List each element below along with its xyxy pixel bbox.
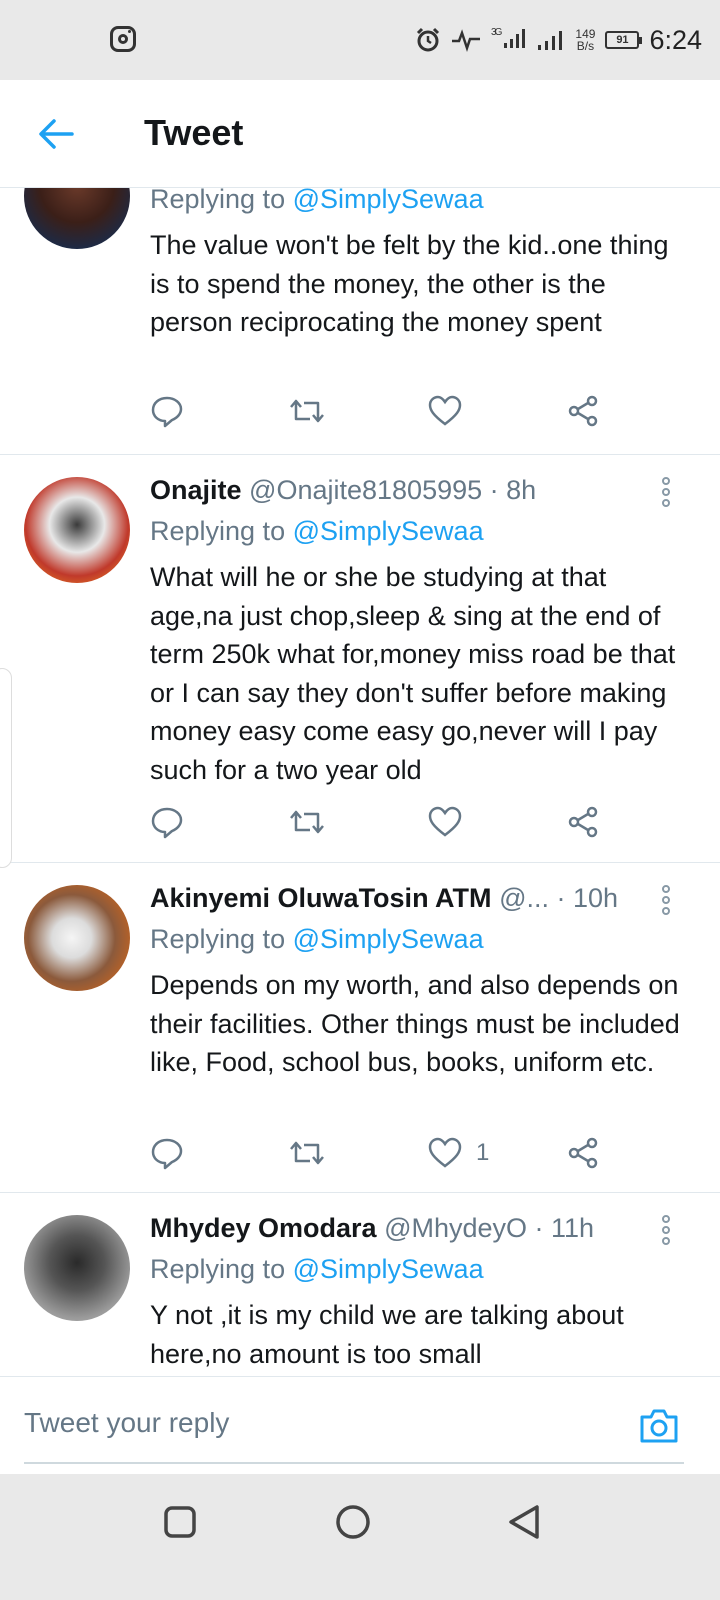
replying-label: Replying to: [150, 188, 286, 214]
clock: 6:24: [649, 24, 702, 55]
author-handle[interactable]: @...: [499, 883, 549, 913]
tweet-header: Akinyemi OluwaTosin ATM @... · 10h: [150, 883, 660, 914]
like-button[interactable]: [428, 802, 476, 842]
tweet-text: What will he or she be studying at that …: [150, 562, 676, 785]
replying-to: Replying to @SimplySewaa: [150, 924, 484, 955]
more-options-icon[interactable]: [662, 477, 672, 507]
status-bar: 3G 149 B/s 91 6:24: [0, 0, 720, 80]
speed-unit: B/s: [576, 39, 595, 53]
system-nav-bar: [0, 1474, 720, 1600]
tweet-text: The value won't be felt by the kid..one …: [150, 230, 669, 337]
reply-button[interactable]: [150, 802, 184, 842]
network-type: 3G: [491, 26, 502, 38]
replying-label: Replying to: [150, 924, 286, 954]
more-options-icon[interactable]: [662, 885, 672, 915]
author-handle[interactable]: @Onajite81805995: [249, 475, 482, 505]
home-circle-icon[interactable]: [333, 1502, 373, 1542]
share-icon: [568, 1137, 598, 1169]
heart-icon: [428, 395, 462, 426]
author-name[interactable]: Akinyemi OluwaTosin ATM: [150, 883, 492, 913]
back-triangle-icon[interactable]: [505, 1502, 545, 1542]
share-button[interactable]: [566, 802, 600, 842]
separator: ·: [527, 1213, 552, 1243]
author-handle[interactable]: @MhydeyO: [384, 1213, 527, 1243]
battery-level: 91: [616, 34, 629, 46]
replying-label: Replying to: [150, 516, 286, 546]
mention-link[interactable]: @SimplySewaa: [293, 516, 484, 546]
instagram-icon: [110, 26, 136, 52]
page-title: Tweet: [144, 112, 244, 153]
reply-feed[interactable]: Replying to @SimplySewaa The value won't…: [0, 188, 720, 1376]
like-count: 1: [476, 1139, 490, 1166]
author-name[interactable]: Onajite: [150, 475, 242, 505]
tweet-text: Depends on my worth, and also depends on…: [150, 970, 680, 1077]
tweet[interactable]: Replying to @SimplySewaa The value won't…: [0, 188, 720, 455]
signal-icon: [538, 31, 563, 50]
battery-icon: 91: [605, 31, 643, 49]
heart-icon: [428, 1137, 462, 1168]
retweet-button[interactable]: [288, 1133, 326, 1173]
retweet-icon: [290, 810, 324, 834]
tweet-header: Mhydey Omodara @MhydeyO · 11h: [150, 1213, 660, 1244]
heart-icon: [428, 806, 462, 837]
tweet[interactable]: Onajite @Onajite81805995 · 8h Replying t…: [0, 455, 720, 863]
share-icon: [568, 806, 598, 838]
input-underline: [24, 1462, 684, 1464]
reply-icon: [151, 807, 183, 839]
status-icons: 3G 149 B/s 91 6:24: [415, 22, 702, 58]
mention-link[interactable]: @SimplySewaa: [293, 1254, 484, 1284]
tweet-actions: 1: [150, 1133, 620, 1173]
retweet-button[interactable]: [288, 391, 326, 431]
reply-input[interactable]: Tweet your reply: [24, 1407, 229, 1439]
mention-link[interactable]: @SimplySewaa: [293, 924, 484, 954]
like-button[interactable]: 1: [428, 1133, 489, 1173]
more-options-icon[interactable]: [662, 1215, 672, 1245]
retweet-button[interactable]: [288, 802, 326, 842]
reply-button[interactable]: [150, 1133, 184, 1173]
tweet-time: 10h: [572, 883, 619, 913]
avatar[interactable]: [24, 1215, 130, 1321]
tweet-time: 11h: [551, 1213, 595, 1243]
tweet[interactable]: Akinyemi OluwaTosin ATM @... · 10h Reply…: [0, 863, 720, 1193]
replying-to: Replying to @SimplySewaa: [150, 1254, 484, 1285]
avatar[interactable]: [24, 477, 130, 583]
author-name[interactable]: Mhydey Omodara: [150, 1213, 377, 1243]
share-button[interactable]: [566, 391, 600, 431]
recents-square-icon[interactable]: [160, 1502, 200, 1542]
avatar[interactable]: [24, 188, 130, 249]
mention-link[interactable]: @SimplySewaa: [293, 188, 484, 214]
avatar[interactable]: [24, 885, 130, 991]
tweet-time: 8h: [506, 475, 537, 505]
app-bar: Tweet: [0, 80, 720, 188]
tweet-header: Onajite @Onajite81805995 · 8h: [150, 475, 660, 506]
edge-panel-handle[interactable]: [0, 668, 12, 868]
signal-3g-icon: 3G: [491, 27, 527, 54]
retweet-icon: [290, 1141, 324, 1165]
retweet-icon: [290, 399, 324, 423]
tweet-actions: [150, 391, 620, 431]
share-icon: [568, 395, 598, 427]
replying-to: Replying to @SimplySewaa: [150, 516, 484, 547]
back-arrow-icon[interactable]: [36, 114, 76, 154]
like-button[interactable]: [428, 391, 476, 431]
alarm-icon: [416, 27, 440, 52]
tweet-text: Y not ,it is my child we are talking abo…: [150, 1300, 624, 1369]
separator: ·: [482, 475, 507, 505]
activity-icon: [452, 29, 481, 52]
reply-button[interactable]: [150, 391, 184, 431]
share-button[interactable]: [566, 1133, 600, 1173]
separator: ·: [548, 883, 573, 913]
reply-icon: [151, 396, 183, 428]
network-speed: 149 B/s: [575, 28, 595, 52]
reply-icon: [151, 1138, 183, 1170]
tweet-actions: [150, 802, 620, 842]
tweet[interactable]: Mhydey Omodara @MhydeyO · 11h Replying t…: [0, 1193, 720, 1376]
camera-icon[interactable]: [638, 1407, 680, 1445]
reply-composer: Tweet your reply: [0, 1376, 720, 1474]
replying-to: Replying to @SimplySewaa: [150, 188, 484, 215]
replying-label: Replying to: [150, 1254, 286, 1284]
